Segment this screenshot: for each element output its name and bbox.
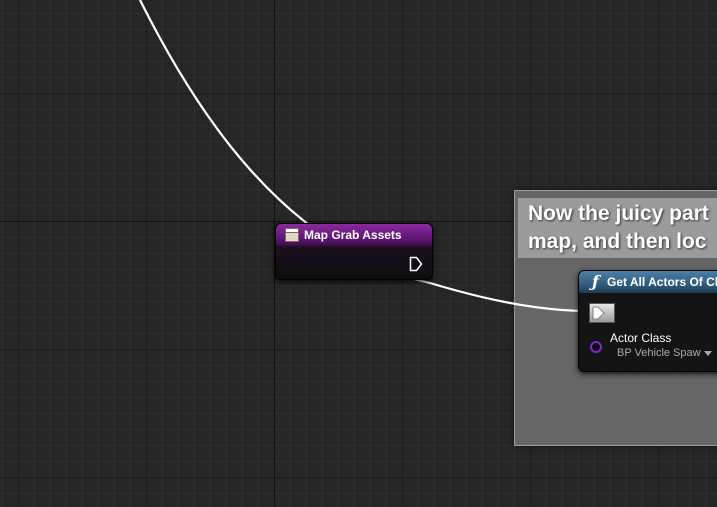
exec-output-pin-icon[interactable] xyxy=(409,256,423,272)
object-pin-icon[interactable] xyxy=(590,341,602,353)
get-all-actors-of-class-node[interactable]: ƒ Get All Actors Of Class Actor Class BP… xyxy=(578,270,717,372)
node-header[interactable]: ƒ Get All Actors Of Class xyxy=(579,271,717,293)
dropdown-value: BP Vehicle Spaw xyxy=(617,347,701,359)
graph-canvas[interactable]: Now the juicy part map, and then loc Map… xyxy=(0,0,717,507)
chevron-down-icon xyxy=(703,350,712,356)
exec-input-pin-icon[interactable] xyxy=(589,303,615,323)
comment-text: Now the juicy part map, and then loc xyxy=(528,202,709,253)
function-icon: ƒ xyxy=(592,272,599,291)
node-header[interactable]: Map Grab Assets xyxy=(276,224,432,246)
node-title: Map Grab Assets xyxy=(304,228,402,242)
map-grab-assets-node[interactable]: Map Grab Assets xyxy=(275,223,433,280)
node-title: Get All Actors Of Class xyxy=(607,275,717,289)
comment-header[interactable]: Now the juicy part map, and then loc xyxy=(518,198,717,258)
actor-class-label: Actor Class xyxy=(610,331,672,345)
macro-box-icon xyxy=(285,228,299,242)
actor-class-dropdown[interactable]: BP Vehicle Spaw xyxy=(617,347,712,359)
